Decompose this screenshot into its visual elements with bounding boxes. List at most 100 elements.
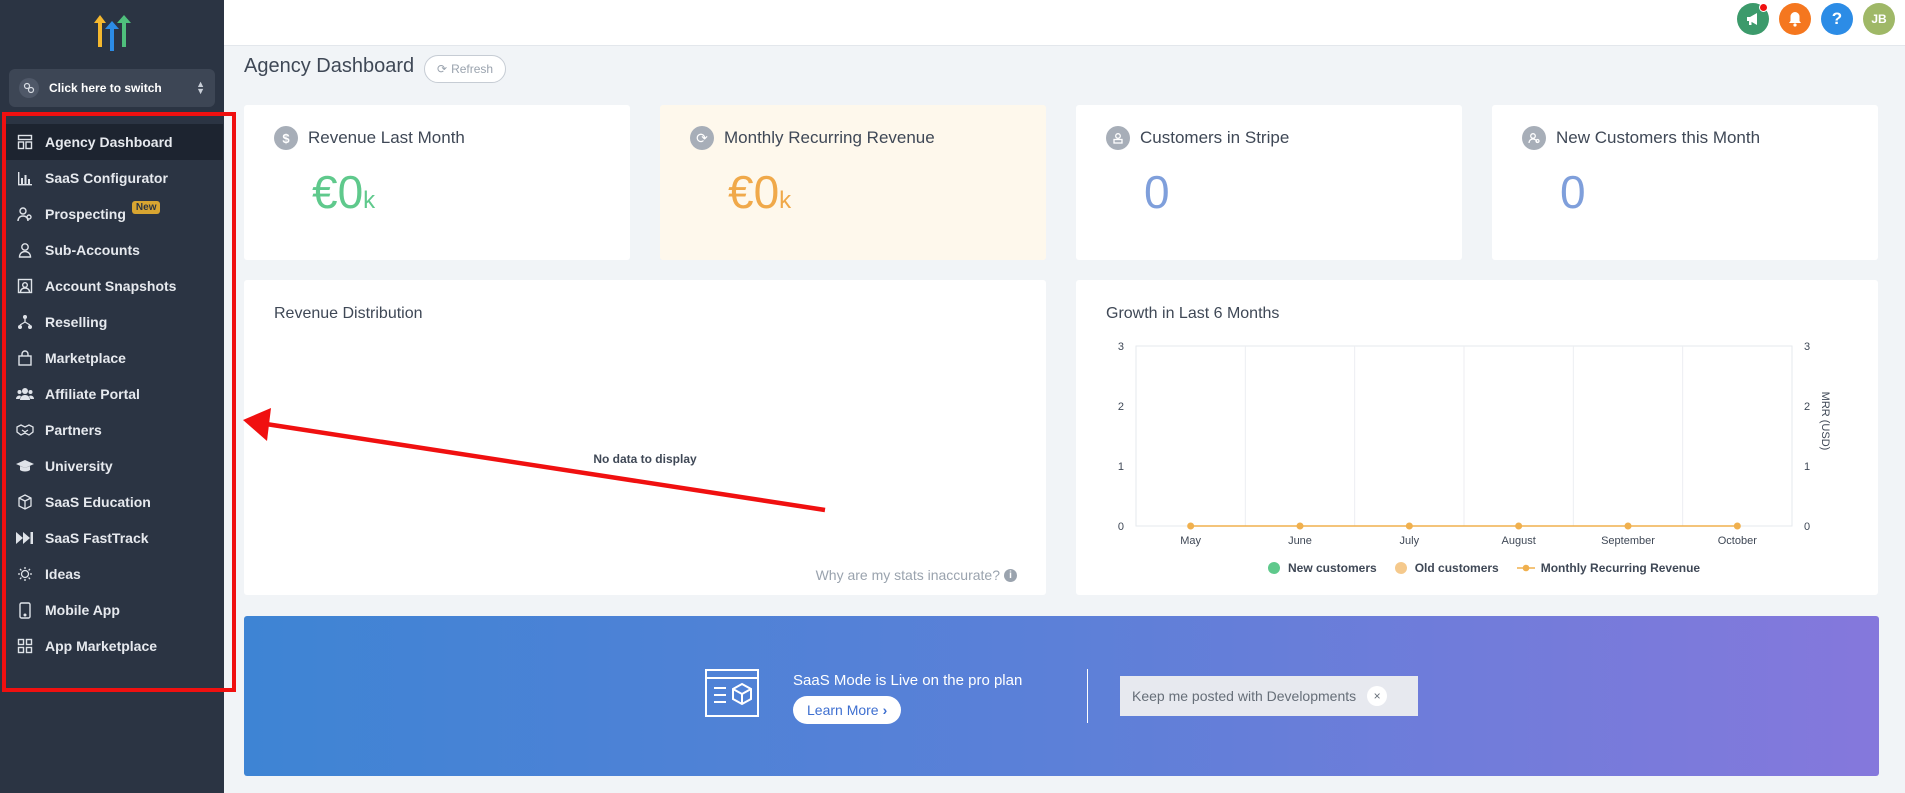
- legend-item-mrr[interactable]: Monthly Recurring Revenue: [1516, 561, 1700, 575]
- sidebar-item-agency-dashboard[interactable]: Agency Dashboard: [3, 124, 223, 160]
- learn-more-button[interactable]: Learn More ›: [793, 696, 902, 724]
- growth-chart: 0 1 2 3 0 1 2 3 MRR (USD) May June July August Septem…: [1118, 341, 1831, 547]
- reselling-icon: [16, 313, 34, 331]
- stat-card-new-customers-this-month: New Customers this Month 0: [1492, 105, 1878, 260]
- keep-posted-label: Keep me posted with Developments: [1132, 688, 1357, 704]
- sidebar-item-label: Affiliate Portal: [45, 386, 140, 402]
- recurring-icon: ⟳: [690, 126, 714, 150]
- sidebar-item-mobile-app[interactable]: Mobile App: [3, 592, 223, 628]
- refresh-button[interactable]: ⟳ Refresh: [424, 55, 507, 83]
- sidebar-item-saas-fasttrack[interactable]: SaaS FastTrack: [3, 520, 223, 556]
- graduation-cap-icon: [16, 457, 34, 475]
- snapshot-icon: [16, 277, 34, 295]
- sidebar-item-app-marketplace[interactable]: App Marketplace: [3, 628, 223, 664]
- stat-title: Monthly Recurring Revenue: [724, 128, 935, 147]
- saas-browser-icon: [704, 668, 760, 723]
- sidebar-item-label: Partners: [45, 422, 102, 438]
- y-tick-label: 2: [1118, 401, 1124, 413]
- dashboard-icon: [16, 133, 34, 151]
- sidebar-item-account-snapshots[interactable]: Account Snapshots: [3, 268, 223, 304]
- cube-icon: [16, 493, 34, 511]
- data-point-mrr: [1733, 522, 1741, 530]
- sidebar-item-reselling[interactable]: Reselling: [3, 304, 223, 340]
- switcher-label: Click here to switch: [49, 81, 162, 95]
- chevron-right-icon: ›: [882, 702, 888, 718]
- y-tick-label: 0: [1118, 521, 1124, 533]
- sidebar-item-label: Mobile App: [45, 602, 120, 618]
- location-switch-icon: [19, 78, 39, 98]
- users-icon: [16, 385, 34, 403]
- notification-dot: [1759, 3, 1768, 12]
- sidebar-item-label: Reselling: [45, 314, 108, 330]
- sidebar-item-label: Account Snapshots: [45, 278, 177, 294]
- megaphone-icon[interactable]: [1737, 3, 1769, 35]
- sidebar-item-prospecting[interactable]: Prospecting New: [3, 196, 223, 232]
- stat-card-revenue-last-month: $ Revenue Last Month €0k: [244, 105, 630, 260]
- shopping-bag-icon: [16, 349, 34, 367]
- stats-help-link[interactable]: Why are my stats inaccurate? i: [816, 567, 1017, 583]
- legend-swatch: [1268, 562, 1280, 574]
- banner-divider: [1087, 669, 1088, 723]
- sidebar-item-marketplace[interactable]: Marketplace: [3, 340, 223, 376]
- legend-item-old-customers[interactable]: Old customers: [1394, 561, 1499, 575]
- mobile-icon: [16, 601, 34, 619]
- sidebar-item-affiliate-portal[interactable]: Affiliate Portal: [3, 376, 223, 412]
- user-icon: [16, 241, 34, 259]
- stat-value: 0: [1144, 166, 1170, 218]
- sidebar-item-partners[interactable]: Partners: [3, 412, 223, 448]
- legend-label: Old customers: [1414, 561, 1499, 575]
- app-logo[interactable]: [92, 13, 132, 51]
- help-icon[interactable]: ?: [1821, 3, 1853, 35]
- y-tick-label: 1: [1118, 461, 1124, 473]
- sidebar-item-ideas[interactable]: Ideas: [3, 556, 223, 592]
- fast-forward-icon: [16, 529, 34, 547]
- sidebar-nav: Agency Dashboard SaaS Configurator Prosp…: [3, 124, 223, 664]
- sidebar-item-saas-education[interactable]: SaaS Education: [3, 484, 223, 520]
- sidebar-item-saas-configurator[interactable]: SaaS Configurator: [3, 160, 223, 196]
- stat-card-customers-in-stripe: Customers in Stripe 0: [1076, 105, 1462, 260]
- customer-icon: [1106, 126, 1130, 150]
- legend-label: New customers: [1288, 561, 1377, 575]
- y-tick-label: 3: [1118, 341, 1124, 353]
- topbar: ? JB: [224, 0, 1905, 46]
- stats-help-label: Why are my stats inaccurate?: [815, 567, 1000, 583]
- x-tick-label: July: [1400, 535, 1420, 547]
- sidebar-item-label: Marketplace: [45, 350, 126, 366]
- lightbulb-icon: [16, 565, 34, 583]
- learn-more-label: Learn More: [807, 702, 879, 718]
- y-tick-label-right: 0: [1804, 521, 1810, 533]
- legend-swatch: [1394, 562, 1407, 574]
- y-axis-label-right: MRR (USD): [1819, 392, 1831, 451]
- sidebar-item-label: SaaS Education: [45, 494, 151, 510]
- page-title: Agency Dashboard: [244, 55, 415, 77]
- topbar-icons: ? JB: [1737, 3, 1905, 35]
- x-tick-label: October: [1718, 535, 1757, 547]
- close-icon[interactable]: ×: [1367, 686, 1388, 706]
- sidebar-item-label: Agency Dashboard: [45, 134, 173, 150]
- keep-posted-chip[interactable]: Keep me posted with Developments ×: [1120, 676, 1418, 716]
- data-point-mrr: [1187, 522, 1195, 530]
- stat-title: Revenue Last Month: [308, 128, 465, 147]
- account-switcher[interactable]: Click here to switch ▲ ▼: [9, 69, 215, 107]
- refresh-label: Refresh: [451, 62, 494, 76]
- avatar[interactable]: JB: [1863, 3, 1895, 35]
- sidebar-item-label: App Marketplace: [45, 638, 158, 654]
- sidebar-item-label: Sub-Accounts: [45, 242, 140, 258]
- prospecting-icon: [16, 205, 34, 223]
- bell-icon[interactable]: [1779, 3, 1811, 35]
- sidebar-item-sub-accounts[interactable]: Sub-Accounts: [3, 232, 223, 268]
- sidebar-item-label: SaaS FastTrack: [45, 530, 149, 546]
- y-tick-label-right: 1: [1804, 461, 1810, 473]
- grid-icon: [16, 637, 34, 655]
- sidebar-item-university[interactable]: University: [3, 448, 223, 484]
- data-point-mrr: [1624, 522, 1632, 530]
- bar-chart-icon: [16, 169, 34, 187]
- avatar-initials: JB: [1871, 12, 1887, 26]
- chart-legend: New customers Old customers Monthly Recu…: [1268, 561, 1718, 575]
- y-tick-label-right: 2: [1804, 401, 1810, 413]
- legend-swatch: [1516, 564, 1535, 572]
- sidebar-item-label: University: [45, 458, 113, 474]
- panel-title: Revenue Distribution: [274, 305, 423, 322]
- legend-item-new-customers[interactable]: New customers: [1268, 561, 1377, 575]
- data-point-mrr: [1405, 522, 1413, 530]
